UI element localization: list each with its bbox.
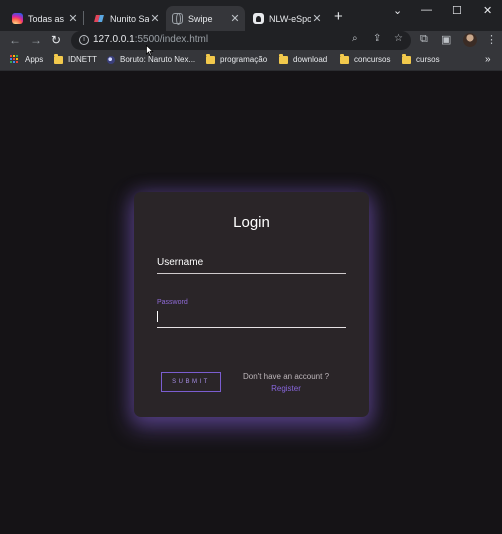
- close-tab-icon[interactable]: ✕: [229, 12, 241, 25]
- login-title: Login: [233, 214, 270, 231]
- text-caret: [157, 311, 158, 322]
- forward-arrow-icon[interactable]: →: [30, 32, 42, 48]
- minimize-button[interactable]: —: [421, 4, 432, 16]
- bookmark-label: Boruto: Naruto Nex...: [120, 55, 196, 64]
- tab-swipe[interactable]: Swipe ✕: [166, 6, 245, 31]
- bookmark-cursos[interactable]: cursos: [402, 53, 440, 64]
- username-label: Username: [157, 257, 204, 268]
- url-path: :5500/index.html: [134, 34, 209, 45]
- tab-title: Nunito Sa: [110, 13, 149, 24]
- close-window-button[interactable]: ✕: [483, 4, 492, 17]
- bookmark-apps[interactable]: Apps: [10, 55, 43, 64]
- tab-title: Swipe: [188, 13, 213, 24]
- folder-icon: [206, 53, 215, 64]
- browser-toolbar: ← → ↻ i 127.0.0.1:5500/index.html ⌕ ⇪ ☆ …: [0, 31, 502, 51]
- boruto-icon: [107, 55, 115, 64]
- folder-icon: [340, 53, 349, 64]
- password-label: Password: [157, 299, 188, 306]
- bookmark-label: download: [293, 55, 328, 64]
- share-icon[interactable]: ⇪: [373, 33, 381, 44]
- bookmark-label: cursos: [416, 55, 440, 64]
- password-field[interactable]: [157, 327, 346, 328]
- login-card: Login Username Password SUBMIT Don't hav…: [134, 192, 369, 417]
- bookmark-concursos[interactable]: concursos: [340, 53, 391, 64]
- page-content: Login Username Password SUBMIT Don't hav…: [0, 72, 502, 534]
- tab-title: Todas as p: [28, 13, 67, 24]
- register-link[interactable]: Register: [242, 384, 330, 393]
- tab-instagram[interactable]: Todas as p ✕: [6, 6, 84, 31]
- google-fonts-icon: [94, 13, 105, 24]
- bookmark-star-icon[interactable]: ☆: [394, 33, 403, 44]
- tab-strip: Todas as p ✕ Nunito Sa ✕ Swipe ✕ NLW-eSp…: [0, 0, 502, 31]
- globe-icon: [172, 13, 183, 25]
- new-tab-button[interactable]: +: [334, 9, 343, 25]
- close-tab-icon[interactable]: ✕: [311, 12, 323, 25]
- zoom-icon[interactable]: ⌕: [352, 33, 358, 44]
- folder-icon: [54, 53, 63, 64]
- folder-icon: [402, 53, 411, 64]
- close-tab-icon[interactable]: ✕: [67, 12, 79, 25]
- reload-icon[interactable]: ↻: [51, 32, 61, 48]
- url-host: 127.0.0.1: [93, 34, 135, 45]
- bookmark-idnett[interactable]: IDNETT: [54, 53, 97, 64]
- bookmark-label: programação: [220, 55, 268, 64]
- site-info-icon[interactable]: i: [79, 35, 89, 45]
- no-account-text: Don't have an account ?: [242, 372, 330, 381]
- tab-search-icon[interactable]: ⌄: [393, 4, 402, 17]
- apps-grid-icon: [10, 55, 19, 64]
- bookmark-label: Apps: [25, 55, 44, 64]
- maximize-button[interactable]: ☐: [452, 4, 462, 17]
- instagram-icon: [12, 13, 23, 24]
- bookmarks-bar: Apps IDNETT Boruto: Naruto Nex... progra…: [0, 51, 502, 71]
- tab-nunito[interactable]: Nunito Sa ✕: [88, 6, 165, 31]
- mouse-cursor-icon: [146, 45, 154, 56]
- submit-button[interactable]: SUBMIT: [161, 372, 221, 392]
- extensions-icon[interactable]: ⧉: [420, 33, 428, 46]
- back-arrow-icon[interactable]: ←: [9, 32, 21, 48]
- bookmark-label: concursos: [354, 55, 391, 64]
- github-icon: [253, 13, 264, 24]
- address-bar[interactable]: i 127.0.0.1:5500/index.html ⌕ ⇪ ☆: [71, 31, 411, 50]
- menu-kebab-icon[interactable]: ⋮: [486, 33, 497, 46]
- profile-avatar[interactable]: [463, 33, 477, 47]
- tab-github[interactable]: NLW-eSpo ✕: [247, 6, 327, 31]
- bookmark-programacao[interactable]: programação: [206, 53, 268, 64]
- tab-title: NLW-eSpo: [269, 13, 311, 24]
- bookmark-label: IDNETT: [68, 55, 97, 64]
- side-panel-icon[interactable]: ▣: [441, 33, 451, 46]
- bookmark-download[interactable]: download: [279, 53, 328, 64]
- close-tab-icon[interactable]: ✕: [149, 12, 161, 25]
- username-field[interactable]: [157, 273, 346, 274]
- bookmarks-overflow-icon[interactable]: »: [485, 54, 491, 65]
- url-text[interactable]: 127.0.0.1:5500/index.html: [93, 34, 208, 45]
- folder-icon: [279, 53, 288, 64]
- bookmark-boruto[interactable]: Boruto: Naruto Nex...: [107, 55, 195, 64]
